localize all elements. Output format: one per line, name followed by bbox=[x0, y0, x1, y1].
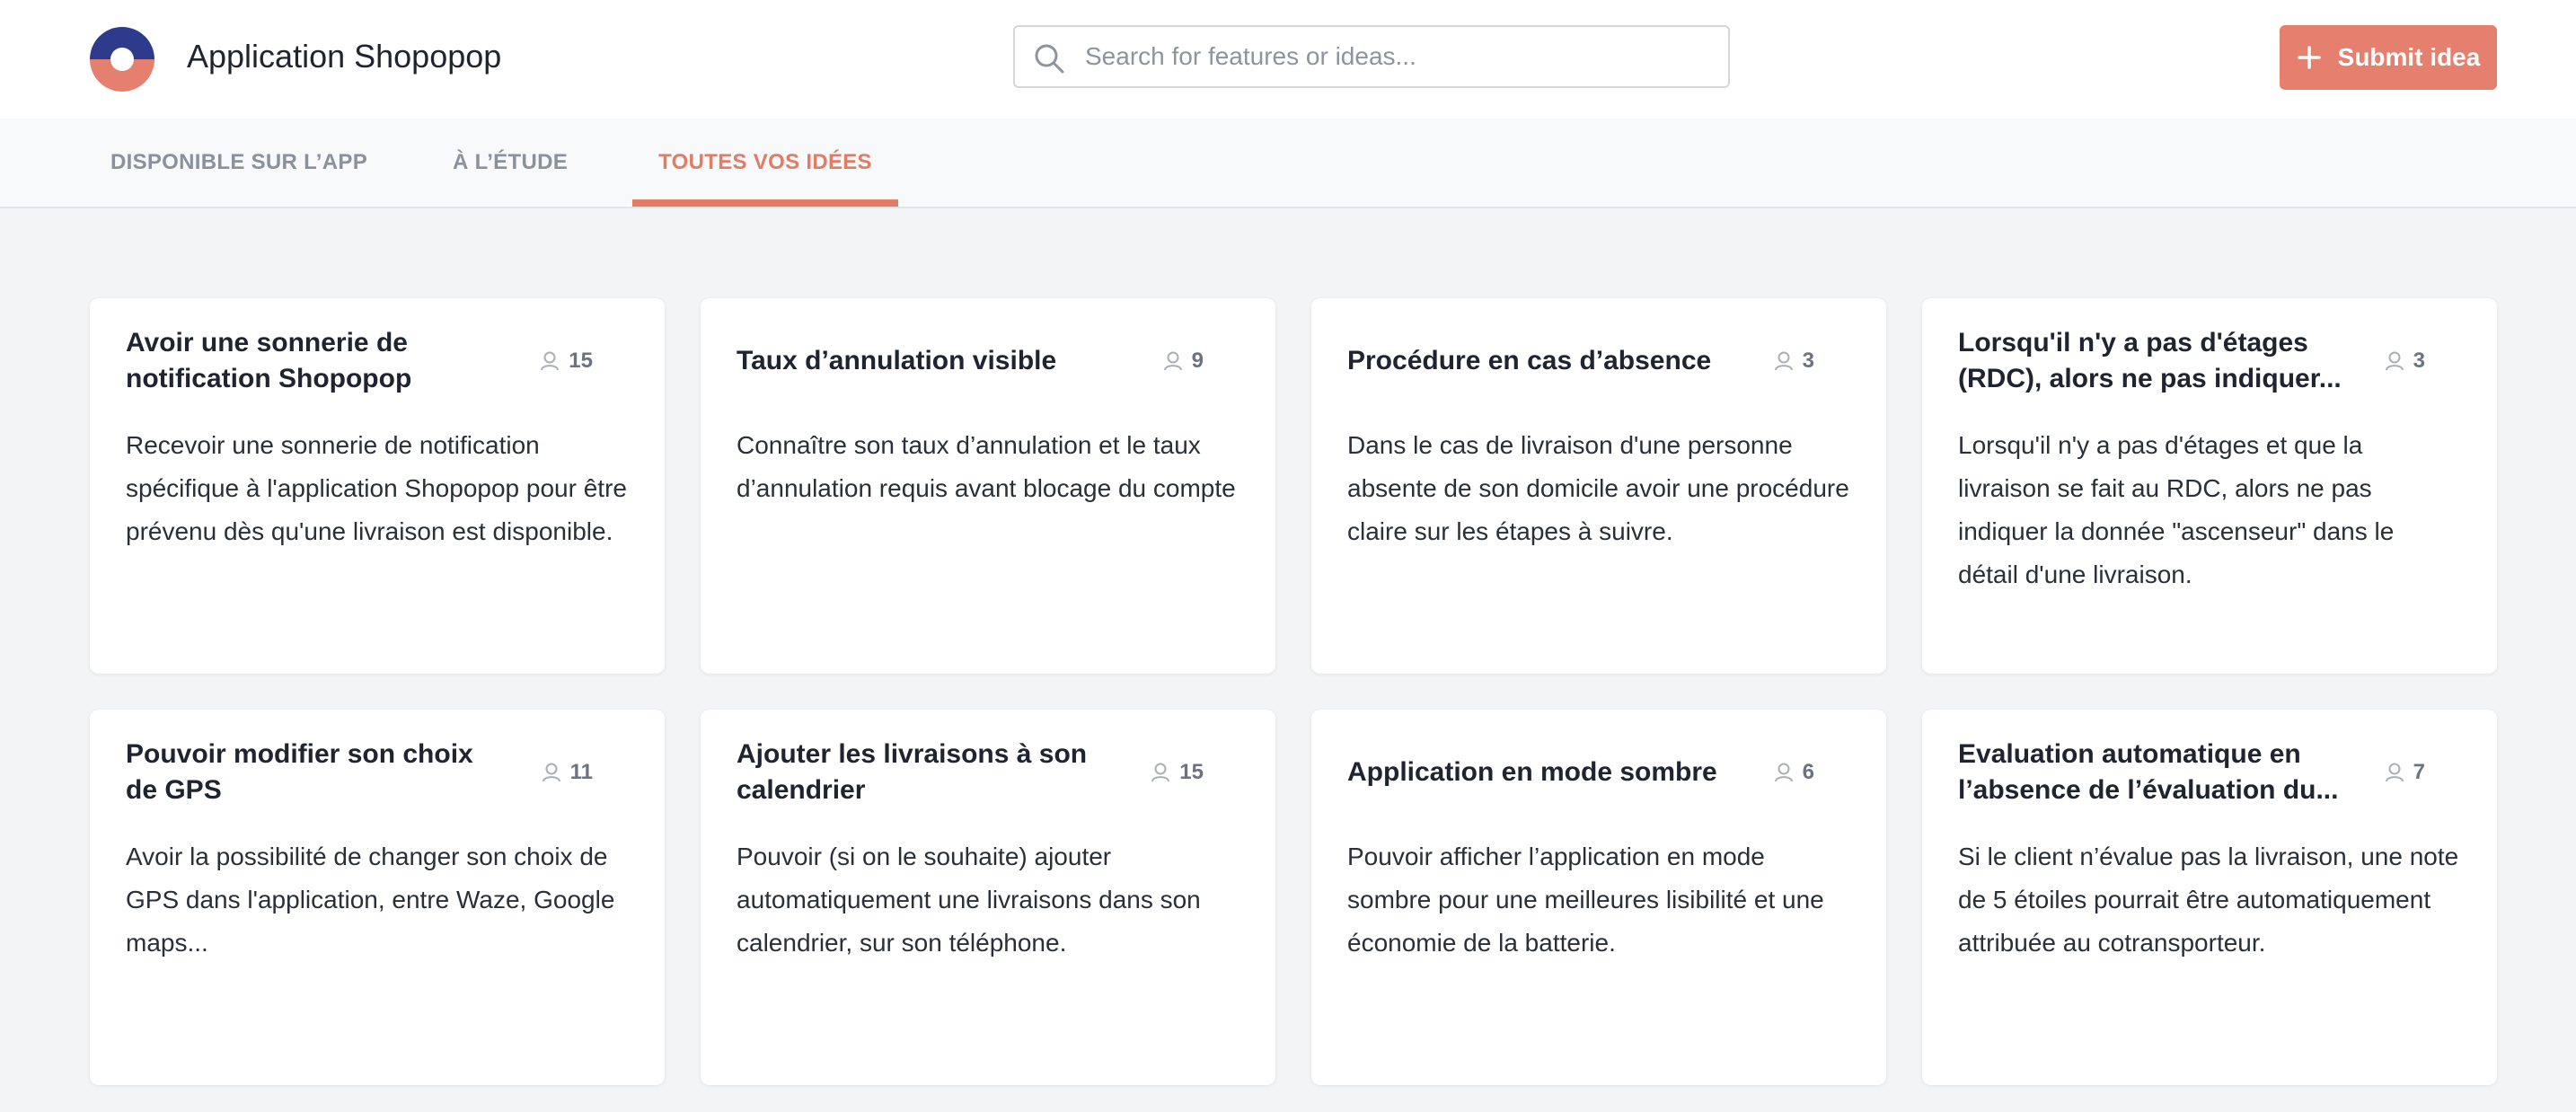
idea-title[interactable]: Procédure en cas d’absence bbox=[1347, 343, 1734, 379]
vote-counter[interactable]: 15 bbox=[1151, 760, 1204, 785]
idea-title[interactable]: Pouvoir modifier son choix de GPS bbox=[126, 737, 512, 808]
app-title[interactable]: Application Shopopop bbox=[187, 34, 501, 79]
vote-count: 7 bbox=[2413, 760, 2425, 784]
search-input[interactable] bbox=[1085, 27, 1714, 86]
tab-a-l-etude[interactable]: À L’ÉTUDE bbox=[424, 119, 596, 207]
idea-description: Recevoir une sonnerie de notification sp… bbox=[126, 431, 627, 545]
vote-counter[interactable]: 15 bbox=[540, 349, 593, 374]
idea-description: Si le client n’évalue pas la livraison, … bbox=[1958, 843, 2459, 957]
plus-icon bbox=[2297, 46, 2321, 69]
vote-counter[interactable]: 9 bbox=[1163, 349, 1204, 374]
vote-count: 15 bbox=[1179, 760, 1204, 784]
idea-card[interactable]: Lorsqu'il n'y a pas d'étages (RDC), alor… bbox=[1922, 298, 2497, 674]
vote-count: 3 bbox=[2413, 349, 2425, 373]
user-icon bbox=[2385, 351, 2404, 371]
search-box[interactable] bbox=[1013, 25, 1730, 88]
shopopop-logo[interactable] bbox=[90, 27, 154, 92]
vote-count: 6 bbox=[1802, 760, 1814, 784]
vote-counter[interactable]: 11 bbox=[542, 760, 593, 785]
idea-card[interactable]: Avoir une sonnerie de notification Shopo… bbox=[90, 298, 665, 674]
user-icon bbox=[1151, 763, 1170, 782]
idea-title[interactable]: Taux d’annulation visible bbox=[737, 343, 1123, 379]
idea-title[interactable]: Avoir une sonnerie de notification Shopo… bbox=[126, 325, 512, 397]
user-icon bbox=[2385, 763, 2404, 782]
idea-card[interactable]: Evaluation automatique en l’absence de l… bbox=[1922, 710, 2497, 1085]
idea-description: Lorsqu'il n'y a pas d'étages et que la l… bbox=[1958, 431, 2395, 588]
idea-title[interactable]: Application en mode sombre bbox=[1347, 755, 1734, 790]
idea-description: Dans le cas de livraison d'une personne … bbox=[1347, 431, 1849, 545]
idea-description: Pouvoir afficher l’application en mode s… bbox=[1347, 843, 1824, 957]
vote-count: 9 bbox=[1191, 349, 1204, 373]
submit-idea-button[interactable]: Submit idea bbox=[2280, 25, 2497, 90]
idea-description: Pouvoir (si on le souhaite) ajouter auto… bbox=[737, 843, 1201, 957]
idea-card[interactable]: Procédure en cas d’absence 3 Dans le cas… bbox=[1311, 298, 1886, 674]
vote-counter[interactable]: 7 bbox=[2385, 760, 2425, 785]
tab-disponible-sur-app[interactable]: DISPONIBLE SUR L’APP bbox=[90, 119, 388, 207]
idea-card[interactable]: Ajouter les livraisons à son calendrier … bbox=[701, 710, 1275, 1085]
vote-counter[interactable]: 6 bbox=[1774, 760, 1814, 785]
idea-title[interactable]: Evaluation automatique en l’absence de l… bbox=[1958, 737, 2344, 808]
user-icon bbox=[1774, 351, 1793, 371]
vote-count: 15 bbox=[569, 349, 593, 373]
idea-description: Connaître son taux d’annulation et le ta… bbox=[737, 431, 1236, 502]
idea-title[interactable]: Lorsqu'il n'y a pas d'étages (RDC), alor… bbox=[1958, 325, 2344, 397]
user-icon bbox=[1774, 763, 1793, 782]
user-icon bbox=[541, 351, 560, 371]
tab-label: TOUTES VOS IDÉES bbox=[658, 150, 872, 174]
user-icon bbox=[1163, 351, 1182, 371]
vote-count: 3 bbox=[1802, 349, 1814, 373]
idea-card[interactable]: Pouvoir modifier son choix de GPS 11 Avo… bbox=[90, 710, 665, 1085]
submit-idea-label: Submit idea bbox=[2337, 43, 2481, 71]
idea-card[interactable]: Application en mode sombre 6 Pouvoir aff… bbox=[1311, 710, 1886, 1085]
tab-bar: DISPONIBLE SUR L’APP À L’ÉTUDE TOUTES VO… bbox=[0, 119, 2576, 208]
search-icon bbox=[1035, 44, 1064, 74]
top-header: Application Shopopop Submit idea bbox=[0, 0, 2576, 119]
idea-title[interactable]: Ajouter les livraisons à son calendrier bbox=[737, 737, 1123, 808]
vote-count: 11 bbox=[569, 760, 593, 784]
idea-card[interactable]: Taux d’annulation visible 9 Connaître so… bbox=[701, 298, 1275, 674]
tab-label: À L’ÉTUDE bbox=[452, 150, 569, 174]
tab-toutes-vos-idees[interactable]: TOUTES VOS IDÉES bbox=[632, 119, 898, 207]
user-icon bbox=[542, 763, 560, 782]
idea-description: Avoir la possibilité de changer son choi… bbox=[126, 843, 615, 957]
vote-counter[interactable]: 3 bbox=[1774, 349, 1814, 374]
vote-counter[interactable]: 3 bbox=[2385, 349, 2425, 374]
tab-label: DISPONIBLE SUR L’APP bbox=[110, 150, 368, 174]
